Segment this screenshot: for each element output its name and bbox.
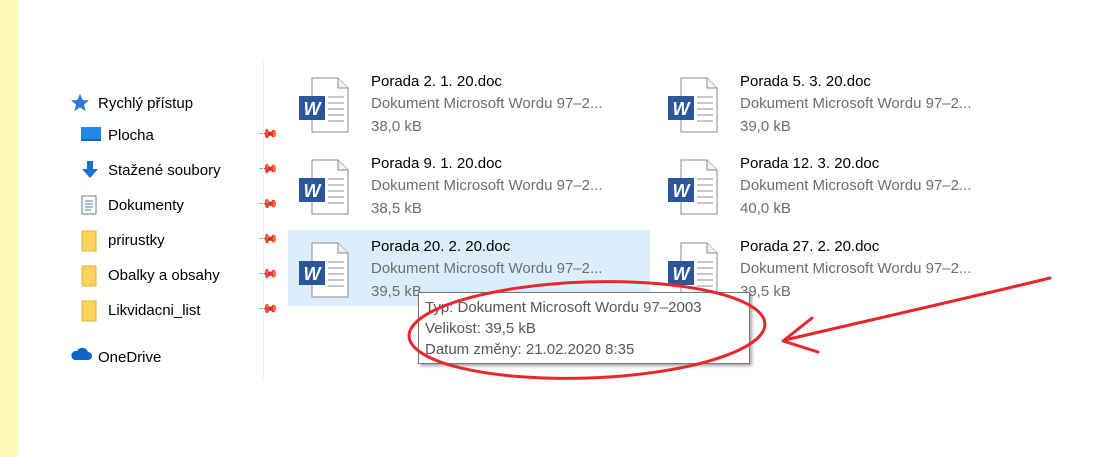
nav-item-obalky[interactable]: Obalky a obsahy 📌 [80, 262, 280, 288]
file-name: Porada 20. 2. 20.doc [371, 238, 511, 255]
svg-text:W: W [673, 99, 692, 119]
word-document-icon: W [667, 77, 719, 133]
nav-item-desktop[interactable]: Plocha 📌 [80, 122, 280, 148]
pin-icon[interactable]: 📌 [257, 158, 279, 181]
folder-icon [80, 265, 102, 287]
nav-item-label: Rychlý přístup [98, 94, 194, 112]
file-name: Porada 27. 2. 20.doc [740, 238, 880, 255]
word-document-icon: W [667, 242, 719, 298]
svg-text:W: W [304, 99, 323, 119]
file-size: 40,0 kB [740, 200, 791, 217]
left-highlight-strip [0, 0, 18, 457]
folder-icon [80, 230, 102, 252]
desktop-icon [80, 125, 102, 145]
file-type: Dokument Microsoft Wordu 97–2... [740, 95, 972, 112]
nav-item-onedrive[interactable]: OneDrive [70, 344, 161, 370]
pin-icon[interactable]: 📌 [257, 123, 279, 146]
file-tooltip: Typ: Dokument Microsoft Wordu 97–2003 Ve… [418, 292, 750, 364]
file-type: Dokument Microsoft Wordu 97–2... [371, 95, 603, 112]
star-icon [70, 93, 92, 113]
nav-item-downloads[interactable]: Stažené soubory 📌 [80, 157, 280, 183]
pane-divider [263, 60, 264, 380]
annotation-arrowhead [781, 316, 820, 354]
nav-item-quick-access[interactable]: Rychlý přístup [70, 90, 193, 116]
file-size: 39,5 kB [371, 283, 422, 300]
nav-item-label: Obalky a obsahy [108, 266, 220, 284]
file-type: Dokument Microsoft Wordu 97–2... [371, 260, 603, 277]
svg-text:W: W [673, 264, 692, 284]
file-name: Porada 12. 3. 20.doc [740, 155, 880, 172]
word-document-icon: W [298, 159, 350, 215]
tooltip-type: Typ: Dokument Microsoft Wordu 97–2003 [425, 299, 702, 316]
tooltip-size: Velikost: 39,5 kB [425, 320, 536, 337]
file-item[interactable]: W Porada 2. 1. 20.doc Dokument Microsoft… [288, 65, 650, 141]
svg-text:W: W [673, 181, 692, 201]
pin-icon[interactable]: 📌 [257, 263, 279, 286]
file-name: Porada 9. 1. 20.doc [371, 155, 502, 172]
nav-item-label: Dokumenty [108, 196, 184, 214]
word-document-icon: W [298, 242, 350, 298]
file-name: Porada 2. 1. 20.doc [371, 73, 502, 90]
file-type: Dokument Microsoft Wordu 97–2... [740, 177, 972, 194]
word-document-icon: W [667, 159, 719, 215]
nav-item-prirustky[interactable]: prirustky 📌 [80, 227, 280, 253]
svg-text:W: W [304, 264, 323, 284]
nav-item-label: Stažené soubory [108, 161, 221, 179]
file-type: Dokument Microsoft Wordu 97–2... [371, 177, 603, 194]
file-size: 39,0 kB [740, 118, 791, 135]
cloud-icon [70, 347, 92, 367]
file-item[interactable]: W Porada 12. 3. 20.doc Dokument Microsof… [657, 147, 1019, 223]
nav-item-label: OneDrive [98, 348, 162, 366]
word-document-icon: W [298, 77, 350, 133]
file-item[interactable]: W Porada 9. 1. 20.doc Dokument Microsoft… [288, 147, 650, 223]
tooltip-modified: Datum změny: 21.02.2020 8:35 [425, 341, 635, 358]
download-icon [80, 160, 102, 180]
file-size: 38,0 kB [371, 118, 422, 135]
nav-item-label: prirustky [108, 231, 165, 249]
file-item[interactable]: W Porada 5. 3. 20.doc Dokument Microsoft… [657, 65, 1019, 141]
file-type: Dokument Microsoft Wordu 97–2... [740, 260, 972, 277]
file-size: 38,5 kB [371, 200, 422, 217]
nav-item-label: Likvidacni_list [108, 301, 201, 319]
folder-icon [80, 300, 102, 322]
file-name: Porada 5. 3. 20.doc [740, 73, 871, 90]
svg-text:W: W [304, 181, 323, 201]
nav-item-documents[interactable]: Dokumenty 📌 [80, 192, 280, 218]
pin-icon[interactable]: 📌 [257, 298, 279, 321]
documents-icon [80, 195, 102, 215]
nav-item-label: Plocha [108, 126, 154, 144]
pin-icon[interactable]: 📌 [257, 193, 279, 216]
pin-icon[interactable]: 📌 [257, 228, 279, 251]
nav-item-likvidacni[interactable]: Likvidacni_list 📌 [80, 297, 280, 323]
